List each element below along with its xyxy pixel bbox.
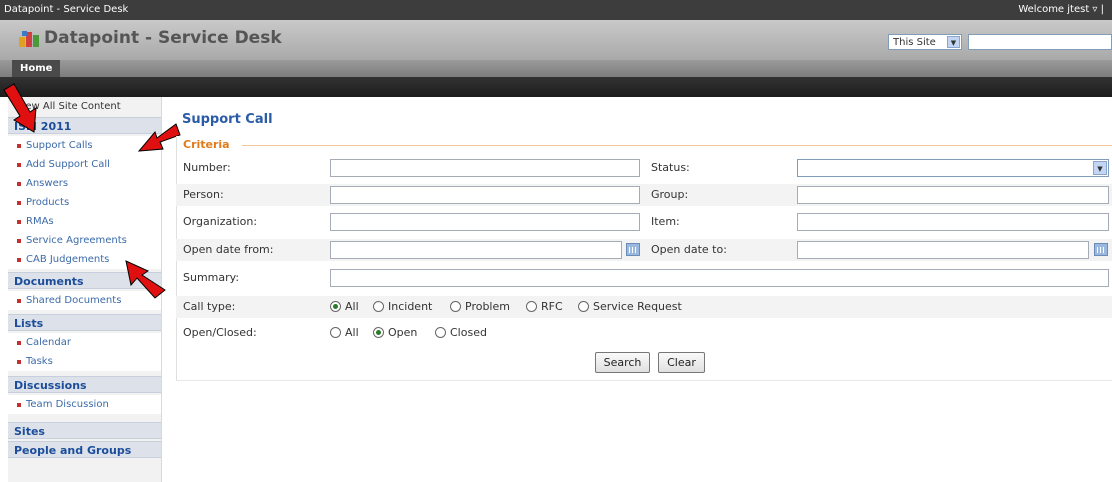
group-field[interactable] <box>797 186 1109 204</box>
chevron-down-icon[interactable]: ▼ <box>1093 161 1107 175</box>
person-field[interactable] <box>330 186 640 204</box>
form-row-summary: Summary: <box>176 267 1112 289</box>
open-closed-open-label[interactable]: Open <box>388 322 417 344</box>
open-closed-all-radio[interactable] <box>330 327 341 338</box>
search-button[interactable]: Search <box>595 352 650 373</box>
status-label: Status: <box>651 161 690 174</box>
nav-heading-sites[interactable]: Sites <box>8 422 161 439</box>
open-date-from-label: Open date from: <box>183 243 274 256</box>
nav-item-tasks[interactable]: Tasks <box>8 352 161 371</box>
site-header: Datapoint - Service Desk This Site ▼ <box>0 20 1112 60</box>
arrow-icon <box>137 123 181 152</box>
page-title: Support Call <box>182 112 273 127</box>
nav-heading-discussions[interactable]: Discussions <box>8 376 161 393</box>
search-scope-value: This Site <box>893 37 936 48</box>
chevron-down-icon[interactable]: ▼ <box>947 36 960 48</box>
call-type-incident-radio[interactable] <box>373 301 384 312</box>
top-bar: Datapoint - Service Desk Welcome jtest ▿… <box>0 0 1112 20</box>
site-logo-icon <box>19 31 39 47</box>
call-type-service-request-radio[interactable] <box>578 301 589 312</box>
site-title[interactable]: Datapoint - Service Desk <box>44 28 282 48</box>
nav-heading-people-and-groups[interactable]: People and Groups <box>8 441 161 458</box>
number-field[interactable] <box>330 159 640 177</box>
open-closed-closed-label[interactable]: Closed <box>450 322 487 344</box>
form-row-open-dates: Open date from: Open date to: <box>176 239 1112 261</box>
form-row-open-closed: Open/Closed: All Open Closed <box>176 322 1112 344</box>
arrow-icon <box>3 83 37 133</box>
open-closed-open-radio[interactable] <box>373 327 384 338</box>
call-type-all-radio[interactable] <box>330 301 341 312</box>
search-scope-select[interactable]: This Site ▼ <box>888 34 962 50</box>
open-closed-label: Open/Closed: <box>183 326 257 339</box>
call-type-incident-label[interactable]: Incident <box>388 296 432 318</box>
call-type-rfc-radio[interactable] <box>526 301 537 312</box>
nav-heading-lists[interactable]: Lists <box>8 314 161 331</box>
calendar-icon[interactable] <box>626 243 640 256</box>
call-type-label: Call type: <box>183 300 236 313</box>
calendar-icon[interactable] <box>1094 243 1108 256</box>
open-date-to-label: Open date to: <box>651 243 727 256</box>
nav-item-team-discussion[interactable]: Team Discussion <box>8 395 161 414</box>
form-row-call-type: Call type: All Incident Problem RFC Serv… <box>176 296 1112 318</box>
call-type-problem-radio[interactable] <box>450 301 461 312</box>
organization-field[interactable] <box>330 213 640 231</box>
call-type-all-label[interactable]: All <box>345 296 359 318</box>
nav-item-calendar[interactable]: Calendar <box>8 333 161 352</box>
open-date-to-field[interactable] <box>797 241 1089 259</box>
form-row-number-status: Number: Status: ▼ <box>176 157 1112 179</box>
summary-field[interactable] <box>330 269 1109 287</box>
open-closed-closed-radio[interactable] <box>435 327 446 338</box>
call-type-service-request-label[interactable]: Service Request <box>593 296 682 318</box>
form-row-organization-item: Organization: Item: <box>176 211 1112 233</box>
top-nav-bar <box>0 60 1112 77</box>
arrow-icon <box>125 260 166 299</box>
tab-home[interactable]: Home <box>12 60 61 77</box>
criteria-divider <box>242 145 1112 146</box>
call-type-problem-label[interactable]: Problem <box>465 296 510 318</box>
number-label: Number: <box>183 161 231 174</box>
search-input[interactable] <box>968 34 1112 50</box>
site-name[interactable]: Datapoint - Service Desk <box>4 0 128 20</box>
item-field[interactable] <box>797 213 1109 231</box>
summary-label: Summary: <box>183 271 240 284</box>
welcome-menu[interactable]: Welcome jtest ▿ | <box>1018 0 1104 20</box>
item-label: Item: <box>651 215 680 228</box>
person-label: Person: <box>183 188 224 201</box>
annotation-arrows <box>3 83 181 299</box>
open-date-from-field[interactable] <box>330 241 622 259</box>
call-type-rfc-label[interactable]: RFC <box>541 296 563 318</box>
form-row-person-group: Person: Group: <box>176 184 1112 206</box>
group-label: Group: <box>651 188 689 201</box>
criteria-heading: Criteria <box>183 138 230 151</box>
open-closed-all-label[interactable]: All <box>345 322 359 344</box>
organization-label: Organization: <box>183 215 258 228</box>
clear-button[interactable]: Clear <box>658 352 705 373</box>
status-select[interactable]: ▼ <box>797 159 1109 177</box>
